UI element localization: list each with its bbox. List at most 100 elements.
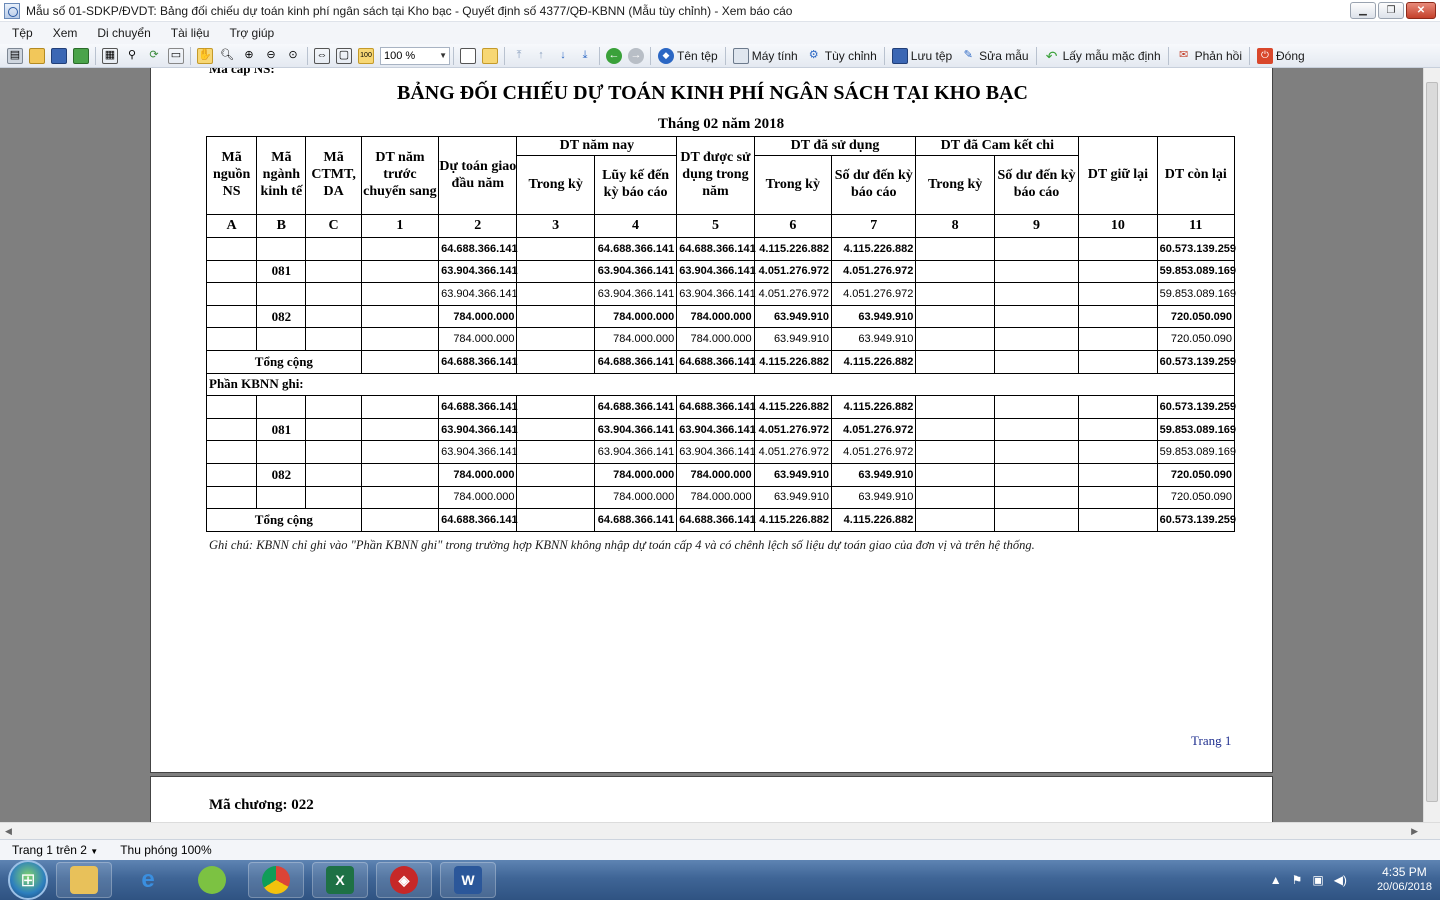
layout-icon[interactable]: ▦ <box>102 47 118 64</box>
horizontal-scrollbar[interactable]: ◀ ▶ <box>0 822 1440 839</box>
scrollbar-thumb[interactable] <box>1426 82 1438 802</box>
find-icon[interactable]: ⚲ <box>124 48 140 64</box>
save-icon[interactable] <box>51 47 67 64</box>
vertical-scrollbar[interactable] <box>1423 68 1440 822</box>
refresh-icon[interactable]: ⟳ <box>146 48 162 64</box>
cell-code <box>256 395 307 419</box>
cell-empty <box>1078 349 1158 374</box>
tray-expand-icon[interactable]: ▲ <box>1270 873 1282 887</box>
zoom-in-icon[interactable]: ⊕ <box>241 48 257 64</box>
save-file-button[interactable]: Lưu tệp <box>889 46 955 66</box>
zoom-out-icon[interactable]: ⊖ <box>263 48 279 64</box>
cell-empty <box>360 417 440 442</box>
last-page-icon[interactable]: ⤓ <box>577 48 593 64</box>
menu-item-xem[interactable]: Xem <box>53 26 78 40</box>
cell-empty <box>993 282 1080 306</box>
header-dt-cam-ket-chi: DT đã Cam kết chi <box>915 136 1080 156</box>
menu-item-tai-lieu[interactable]: Tài liệu <box>171 26 210 40</box>
cell-c11: 60.573.139.259 <box>1156 395 1236 419</box>
column-index: 11 <box>1156 214 1236 238</box>
cell-empty <box>360 259 440 284</box>
cell-code: 082 <box>256 304 307 329</box>
customize-button[interactable]: ⚙ Tùy chỉnh <box>803 46 880 66</box>
cell-empty <box>205 327 258 351</box>
cell-c11: 59.853.089.169 <box>1156 259 1236 284</box>
file-name-button[interactable]: ◆ Tên tệp <box>655 46 721 66</box>
scroll-right-icon[interactable]: ▶ <box>1411 826 1418 837</box>
close-button[interactable]: ✕ <box>1406 2 1436 19</box>
cell-c6: 4.051.276.972 <box>753 417 833 442</box>
minimize-button[interactable]: ▁ <box>1350 2 1376 19</box>
header-trong-ky-cam-ket: Trong kỳ <box>915 155 995 215</box>
scroll-left-icon[interactable]: ◀ <box>5 826 12 837</box>
flag-icon[interactable]: ⚑ <box>1292 873 1303 887</box>
cell-empty <box>516 485 595 510</box>
export-icon[interactable] <box>73 47 89 64</box>
feedback-button[interactable]: ✉ Phản hồi <box>1173 46 1245 66</box>
save-file-label: Lưu tệp <box>910 48 953 63</box>
cell-empty <box>1078 417 1158 442</box>
volume-icon[interactable]: ◀) <box>1334 873 1347 887</box>
column-index: C <box>305 214 362 238</box>
forward-icon[interactable]: → <box>628 47 644 64</box>
report-page-2: Mã chương: 022 <box>150 776 1273 822</box>
cell-empty <box>305 485 362 510</box>
zoom-region-icon[interactable]: ⊙ <box>285 48 301 64</box>
clock-time: 4:35 PM <box>1382 865 1427 879</box>
menu-item-tro-giup[interactable]: Trợ giúp <box>229 26 274 40</box>
back-icon[interactable]: ← <box>606 47 622 64</box>
taskbar-word[interactable]: W <box>440 862 496 898</box>
cell-c4: 784.000.000 <box>593 304 678 329</box>
report-viewer[interactable]: Mã cấp NS: BẢNG ĐỐI CHIẾU DỰ TOÁN KINH P… <box>0 68 1440 822</box>
page-indicator[interactable]: Trang 1 trên 2 ▼ <box>12 843 98 857</box>
cell-empty <box>305 417 362 442</box>
taskbar-ie[interactable]: e <box>120 862 176 898</box>
start-button[interactable]: ⊞ <box>8 860 48 900</box>
zoom-select[interactable]: 100 % ▼ <box>380 46 450 65</box>
fit-page-icon[interactable]: ▢ <box>336 47 352 64</box>
zoom-100-icon[interactable]: 100 <box>358 47 374 64</box>
first-page-icon[interactable]: ⤒ <box>511 48 527 64</box>
fit-width-icon[interactable]: ⇔ <box>314 47 330 64</box>
next-page-icon[interactable]: ↓ <box>555 48 571 64</box>
zoom-value: 100 % <box>384 49 416 62</box>
properties-icon[interactable]: ▭ <box>168 47 184 64</box>
menu-item-di-chuyen[interactable]: Di chuyển <box>97 26 150 40</box>
taskbar-explorer[interactable] <box>56 862 112 898</box>
computer-button[interactable]: Máy tính <box>730 46 801 66</box>
section-label: Phần KBNN ghi: <box>206 372 1235 396</box>
print-icon[interactable]: ▤ <box>7 47 23 64</box>
cell-empty <box>915 259 995 284</box>
column-index: 9 <box>993 214 1080 238</box>
magnifier-icon[interactable]: 🔍︎ <box>219 48 235 64</box>
maximize-button[interactable]: ❐ <box>1378 2 1404 19</box>
table-row: 784.000.000 784.000.000 784.000.000 63.949.… <box>205 485 1236 510</box>
header-ma-nguon: Mã nguồn NS <box>205 136 258 215</box>
clock[interactable]: 4:35 PM 20/06/2018 <box>1377 865 1432 895</box>
taskbar-report-app[interactable]: ◈ <box>376 862 432 898</box>
cell-empty <box>993 462 1080 487</box>
default-template-button[interactable]: ↶ Lấy mẫu mặc định <box>1041 46 1164 66</box>
cell-empty <box>516 417 595 442</box>
open-folder-icon[interactable] <box>29 47 45 64</box>
table-row: 081 63.904.366.141 63.904.366.141 63.904.36… <box>205 259 1236 284</box>
table-row: 081 63.904.366.141 63.904.366.141 63.904.36… <box>205 417 1236 442</box>
menu-item-tep[interactable]: Tệp <box>12 26 33 40</box>
file-name-label: Tên tệp <box>677 48 718 63</box>
multi-page-icon[interactable] <box>482 47 498 64</box>
taskbar-app-green[interactable] <box>184 862 240 898</box>
hand-tool-icon[interactable]: ✋ <box>197 47 213 64</box>
single-page-icon[interactable] <box>460 47 476 64</box>
taskbar-excel[interactable]: X <box>312 862 368 898</box>
edit-template-button[interactable]: ✎ Sửa mẫu <box>957 46 1031 66</box>
close-report-button[interactable]: ⏻ Đóng <box>1254 46 1308 66</box>
network-icon[interactable]: ▣ <box>1312 873 1323 887</box>
report-app-icon: ◈ <box>390 866 418 894</box>
table-row: 63.904.366.141 63.904.366.141 63.904.366.1… <box>205 440 1236 464</box>
cell-empty <box>1078 237 1158 261</box>
previous-page-icon[interactable]: ↑ <box>533 48 549 64</box>
cell-c7: 4.115.226.882 <box>830 237 917 261</box>
taskbar-chrome[interactable] <box>248 862 304 898</box>
cell-c4: 63.904.366.141 <box>593 259 678 284</box>
cell-empty <box>993 327 1080 351</box>
